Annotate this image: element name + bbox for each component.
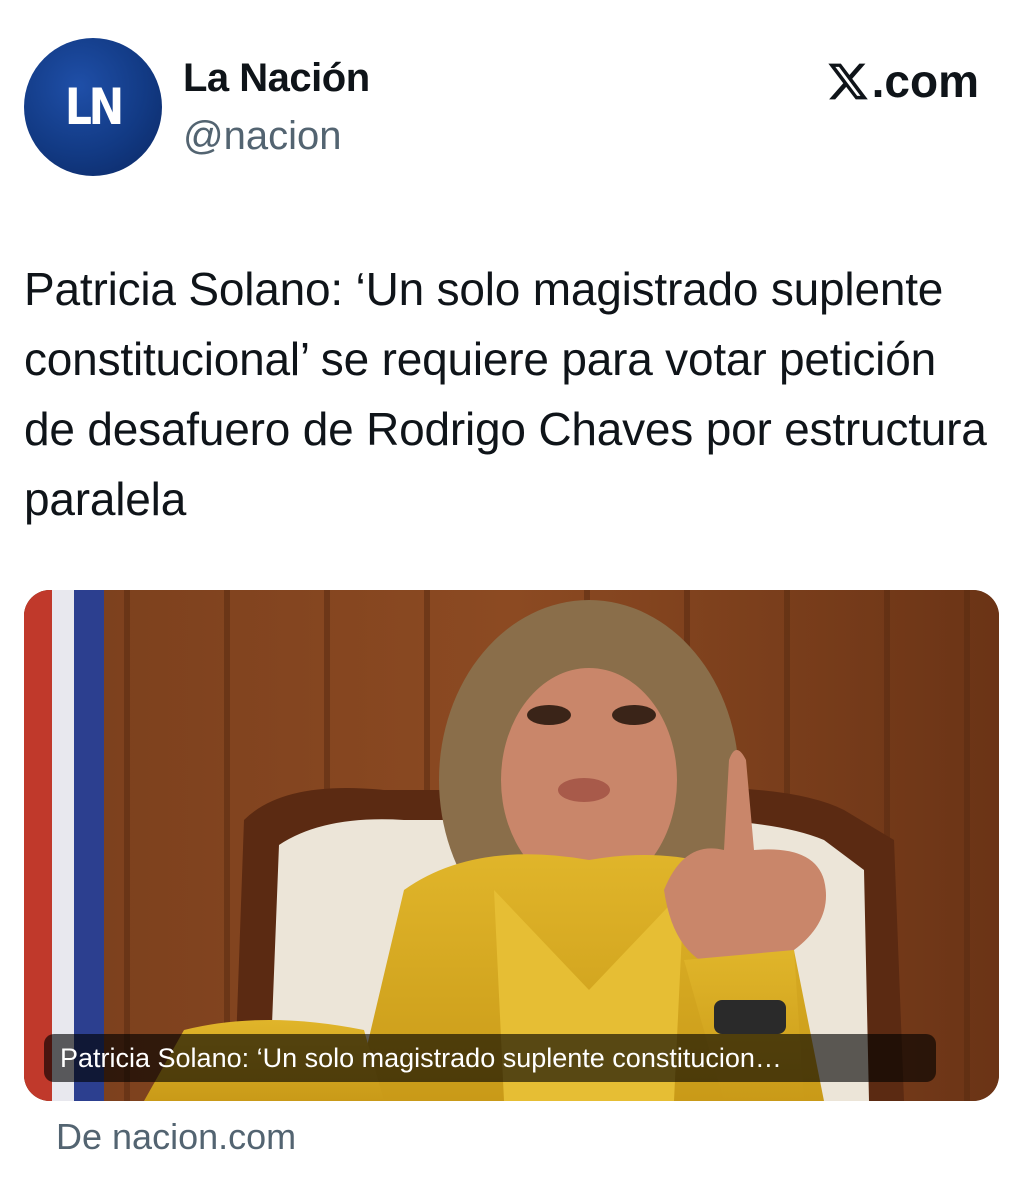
platform-label: .com: [871, 55, 979, 107]
x-logo-icon: [828, 63, 868, 100]
account-name[interactable]: La Nación: [183, 56, 370, 101]
link-card-caption: Patricia Solano: ‘Un solo magistrado sup…: [44, 1034, 936, 1082]
platform-watermark: .com: [826, 54, 979, 108]
caption-text: Patricia Solano: ‘Un solo magistrado sup…: [60, 1042, 782, 1073]
link-card-image[interactable]: Patricia Solano: ‘Un solo magistrado sup…: [24, 590, 999, 1101]
account-handle[interactable]: @nacion: [183, 114, 341, 159]
news-photo: [24, 590, 999, 1101]
avatar-logo-text: LN: [65, 78, 124, 136]
link-source[interactable]: De nacion.com: [56, 1116, 296, 1158]
account-avatar[interactable]: LN: [24, 38, 162, 176]
tweet-headline: Patricia Solano: ‘Un solo magistrado sup…: [24, 263, 987, 525]
